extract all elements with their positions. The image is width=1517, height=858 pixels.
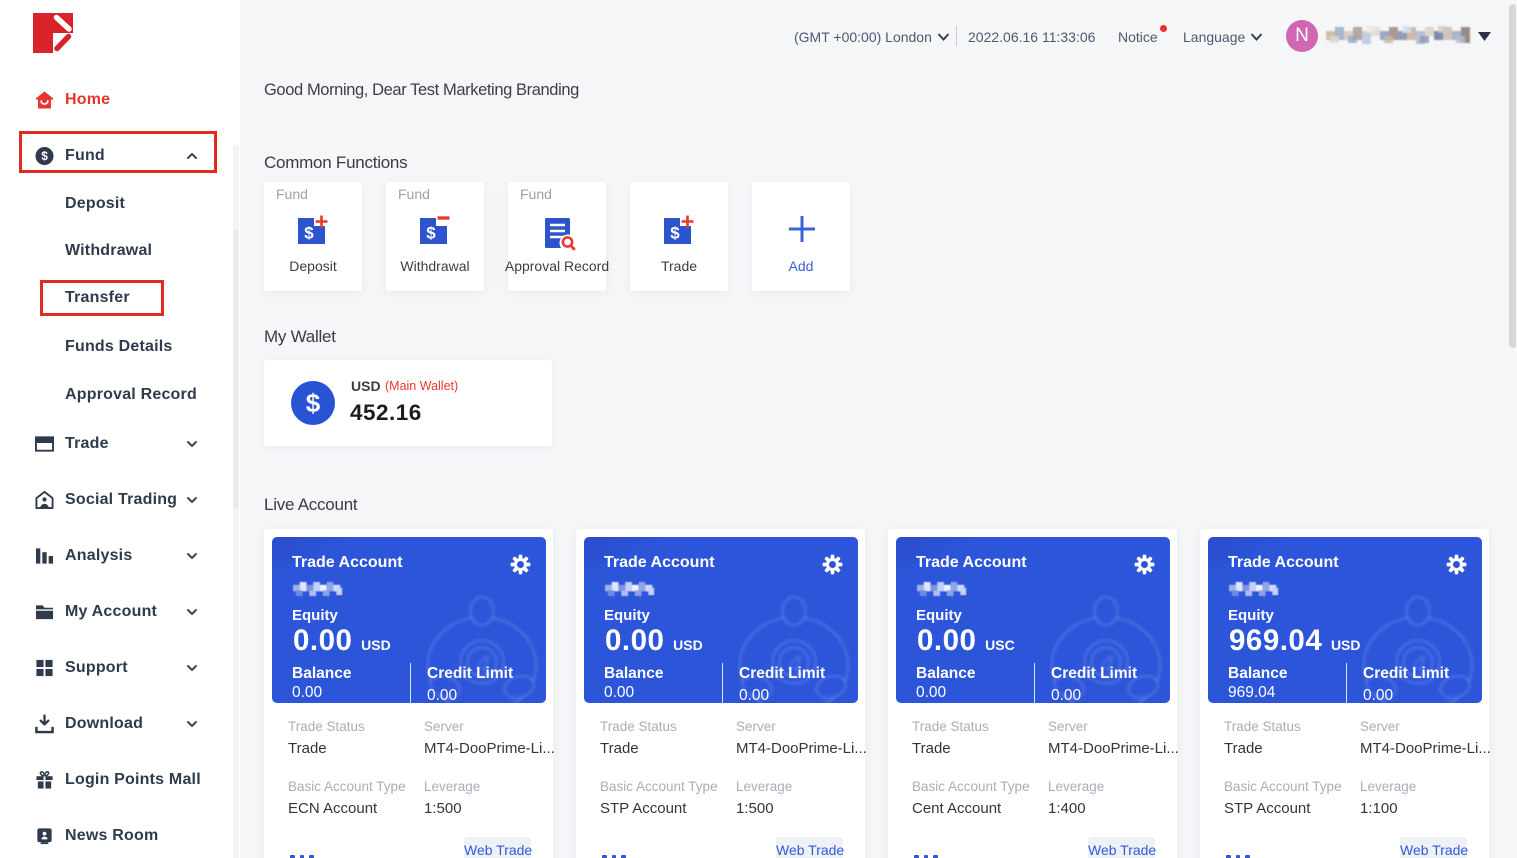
svg-text:$: $ (426, 224, 436, 243)
svg-text:$: $ (304, 224, 314, 243)
svg-text:$: $ (670, 224, 680, 243)
